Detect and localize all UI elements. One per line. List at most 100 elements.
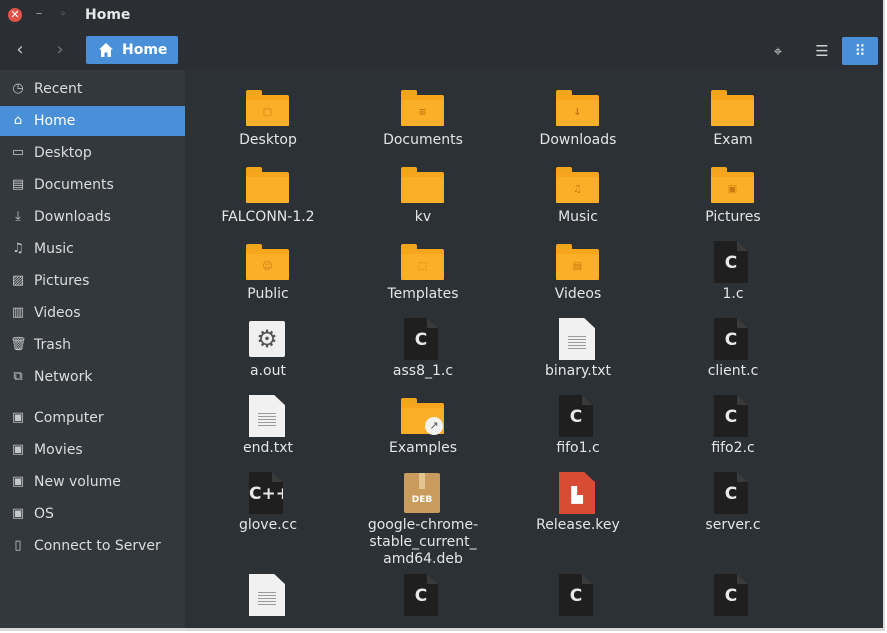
folder-icon: ♫ bbox=[556, 163, 600, 207]
chevron-right-icon[interactable]: › bbox=[46, 37, 74, 63]
document-icon: ▤ bbox=[11, 177, 25, 192]
file-item[interactable]: ▙ Release.key bbox=[503, 471, 653, 534]
c-source-file-icon: C bbox=[401, 573, 445, 617]
file-item[interactable]: C bbox=[348, 573, 498, 617]
file-name-label: Downloads bbox=[539, 132, 617, 148]
c-source-file-icon: C bbox=[711, 573, 755, 617]
download-icon: ⤓ bbox=[15, 209, 21, 224]
file-item[interactable]: ☺ Public bbox=[193, 240, 343, 303]
list-icon[interactable]: ☰ bbox=[808, 37, 836, 65]
sidebar-item-os[interactable]: ▣ OS bbox=[0, 499, 185, 529]
file-item[interactable]: C 1.c bbox=[658, 240, 808, 303]
file-item[interactable]: kv bbox=[348, 163, 498, 226]
file-item[interactable]: ▤ Videos bbox=[503, 240, 653, 303]
file-item[interactable]: ⚙ a.out bbox=[193, 317, 343, 380]
file-item[interactable]: DEB google-chrome-stable_current_amd64.de… bbox=[348, 471, 498, 568]
folder-emblem-icon: ♫ bbox=[573, 184, 582, 195]
executable-gear-icon: ⚙ bbox=[246, 317, 290, 361]
folder-icon: ↓ bbox=[556, 86, 600, 130]
link-emblem-icon: ↗ bbox=[425, 417, 443, 435]
close-window-icon[interactable]: ✕ bbox=[8, 8, 22, 22]
file-manager-window: ✕ – ◦ Home ‹ › Home ⌖ ☰ ⠿ ◷ Recent ⌂ Home … bbox=[0, 0, 885, 631]
sidebar-item-desktop[interactable]: ▭ Desktop bbox=[0, 138, 185, 168]
sidebar-item-connect-to-server[interactable]: ▯ Connect to Server bbox=[0, 531, 185, 561]
file-item[interactable]: end.txt bbox=[193, 394, 343, 457]
file-item[interactable]: C++ glove.cc bbox=[193, 471, 343, 534]
sidebar-item-music[interactable]: ♫ Music bbox=[0, 234, 185, 264]
grid-icon[interactable]: ⠿ bbox=[842, 37, 878, 65]
folder-icon: ☺ bbox=[246, 240, 290, 284]
sidebar-item-new-volume[interactable]: ▣ New volume bbox=[0, 467, 185, 497]
c-source-file-icon: C bbox=[711, 471, 755, 515]
file-grid: ▢ Desktop ≡ Documents ↓ Downloads Exam FALCONN-… bbox=[185, 70, 883, 628]
sidebar-item-movies[interactable]: ▣ Movies bbox=[0, 435, 185, 465]
file-item[interactable]: Cfifo2.c bbox=[658, 394, 808, 457]
title-bar: ✕ – ◦ Home bbox=[0, 0, 883, 30]
file-item[interactable]: Cclient.c bbox=[658, 317, 808, 380]
network-icon: ⧉ bbox=[13, 369, 23, 384]
sidebar-item-documents[interactable]: ▤ Documents bbox=[0, 170, 185, 200]
file-name-label: Release.key bbox=[536, 517, 620, 533]
clock-icon: ◷ bbox=[12, 81, 24, 96]
video-icon: ▥ bbox=[11, 305, 25, 320]
folder-icon: ▢ bbox=[246, 86, 290, 130]
target-icon[interactable]: ⌖ bbox=[764, 37, 792, 65]
folder-icon: ▣ bbox=[711, 163, 755, 207]
path-home-label: Home bbox=[122, 42, 168, 58]
file-item[interactable]: ↗ Examples bbox=[348, 394, 498, 457]
file-name-label: ass8_1.c bbox=[392, 363, 454, 379]
file-name-label: Examples bbox=[388, 440, 458, 456]
sidebar-item-downloads[interactable]: ⤓ Downloads bbox=[0, 202, 185, 232]
text-file-icon bbox=[556, 317, 600, 361]
sidebar-item-network[interactable]: ⧉ Network bbox=[0, 362, 185, 392]
file-item[interactable]: ▣ Pictures bbox=[658, 163, 808, 226]
chevron-left-icon[interactable]: ‹ bbox=[6, 37, 34, 63]
file-name-label: google-chrome-stable_current_amd64.deb bbox=[367, 517, 479, 567]
file-item[interactable]: Cfifo1.c bbox=[503, 394, 653, 457]
folder-emblem-icon: ≡ bbox=[418, 107, 427, 118]
file-item[interactable]: ▢ Desktop bbox=[193, 86, 343, 149]
file-item[interactable]: C bbox=[503, 573, 653, 617]
file-name-label: fifo1.c bbox=[556, 440, 600, 456]
file-name-label: glove.cc bbox=[238, 517, 298, 533]
file-item[interactable] bbox=[193, 573, 343, 617]
file-item[interactable]: Exam bbox=[658, 86, 808, 149]
minimize-window-icon[interactable]: – bbox=[32, 7, 46, 22]
file-name-label: 1.c bbox=[722, 286, 744, 302]
c-source-file-icon: C bbox=[556, 573, 600, 617]
file-name-label: Desktop bbox=[239, 132, 297, 148]
file-name-label: kv bbox=[414, 209, 432, 225]
file-name-label: Public bbox=[247, 286, 289, 302]
file-item[interactable]: C bbox=[658, 573, 808, 617]
file-item[interactable]: ⬚ Templates bbox=[348, 240, 498, 303]
file-item[interactable]: ♫ Music bbox=[503, 163, 653, 226]
file-item[interactable]: ↓ Downloads bbox=[503, 86, 653, 149]
file-name-label: a.out bbox=[250, 363, 286, 379]
folder-emblem-icon: ▤ bbox=[572, 261, 583, 272]
c-source-file-icon: C bbox=[711, 317, 755, 361]
file-item[interactable]: binary.txt bbox=[503, 317, 653, 380]
file-name-label: FALCONN-1.2 bbox=[221, 209, 315, 225]
drive-icon: ▣ bbox=[11, 506, 25, 521]
sidebar-item-trash[interactable]: 🗑 Trash bbox=[0, 330, 185, 360]
sidebar-item-pictures[interactable]: ▨ Pictures bbox=[0, 266, 185, 296]
c-source-file-icon: C bbox=[711, 394, 755, 438]
file-item[interactable]: Cass8_1.c bbox=[348, 317, 498, 380]
file-item[interactable]: FALCONN-1.2 bbox=[193, 163, 343, 226]
file-name-label: Exam bbox=[713, 132, 753, 148]
sidebar-item-videos[interactable]: ▥ Videos bbox=[0, 298, 185, 328]
file-name-label: binary.txt bbox=[545, 363, 611, 379]
maximize-window-icon[interactable]: ◦ bbox=[56, 8, 70, 22]
file-item[interactable]: ≡ Documents bbox=[348, 86, 498, 149]
sidebar-item-home[interactable]: ⌂ Home bbox=[0, 106, 185, 136]
file-item[interactable]: Cserver.c bbox=[658, 471, 808, 534]
folder-emblem-icon: ☺ bbox=[262, 261, 273, 272]
c-source-file-icon: C bbox=[711, 240, 755, 284]
sidebar-item-computer[interactable]: ▣ Computer bbox=[0, 403, 185, 433]
sidebar-item-recent[interactable]: ◷ Recent bbox=[0, 74, 185, 104]
folder-emblem-icon: ⬚ bbox=[417, 261, 428, 272]
file-name-label: server.c bbox=[705, 517, 761, 533]
home-icon: ⌂ bbox=[13, 113, 23, 128]
path-home-button[interactable]: Home bbox=[86, 36, 178, 64]
file-name-label: fifo2.c bbox=[711, 440, 755, 456]
